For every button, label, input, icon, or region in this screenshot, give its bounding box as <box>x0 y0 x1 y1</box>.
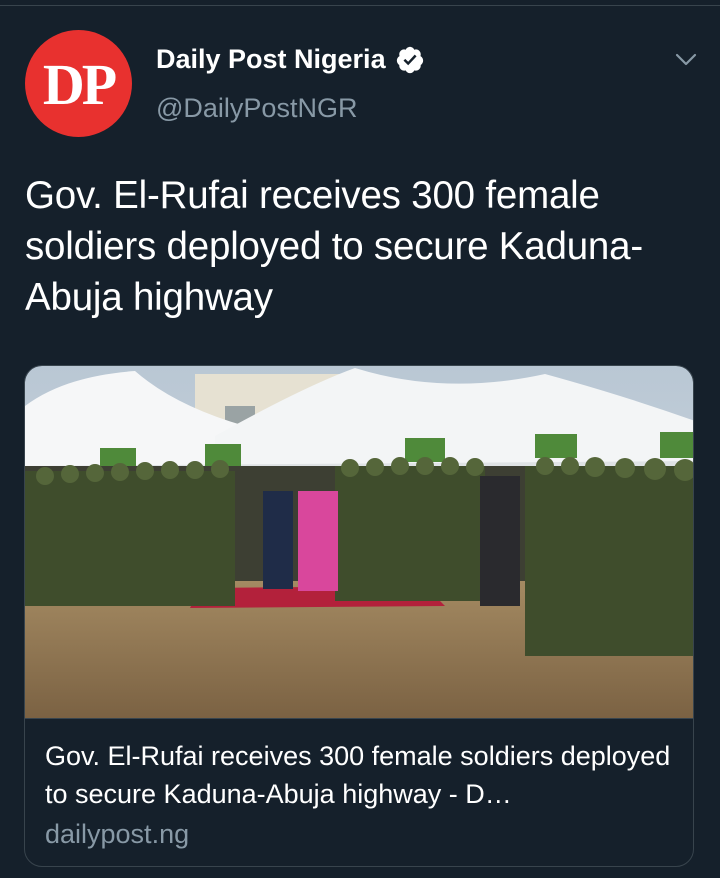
author-name-row[interactable]: Daily Post Nigeria <box>156 44 425 75</box>
avatar[interactable]: DP <box>25 30 132 137</box>
tweet-text: Gov. El-Rufai receives 300 female soldie… <box>25 174 643 319</box>
avatar-logo-text: DP <box>42 52 117 117</box>
card-body[interactable]: Gov. El-Rufai receives 300 female soldie… <box>25 718 693 866</box>
verified-badge-icon <box>396 46 423 73</box>
card-title[interactable]: Gov. El-Rufai receives 300 female soldie… <box>45 737 675 813</box>
user-handle[interactable]: @DailyPostNGR <box>156 93 357 124</box>
top-divider <box>0 5 720 6</box>
card-image[interactable] <box>25 366 694 718</box>
display-name[interactable]: Daily Post Nigeria <box>156 44 386 75</box>
chevron-down-icon[interactable] <box>674 50 698 70</box>
card-domain: dailypost.ng <box>45 819 190 849</box>
link-preview-card[interactable]: Gov. El-Rufai receives 300 female soldie… <box>24 365 694 867</box>
